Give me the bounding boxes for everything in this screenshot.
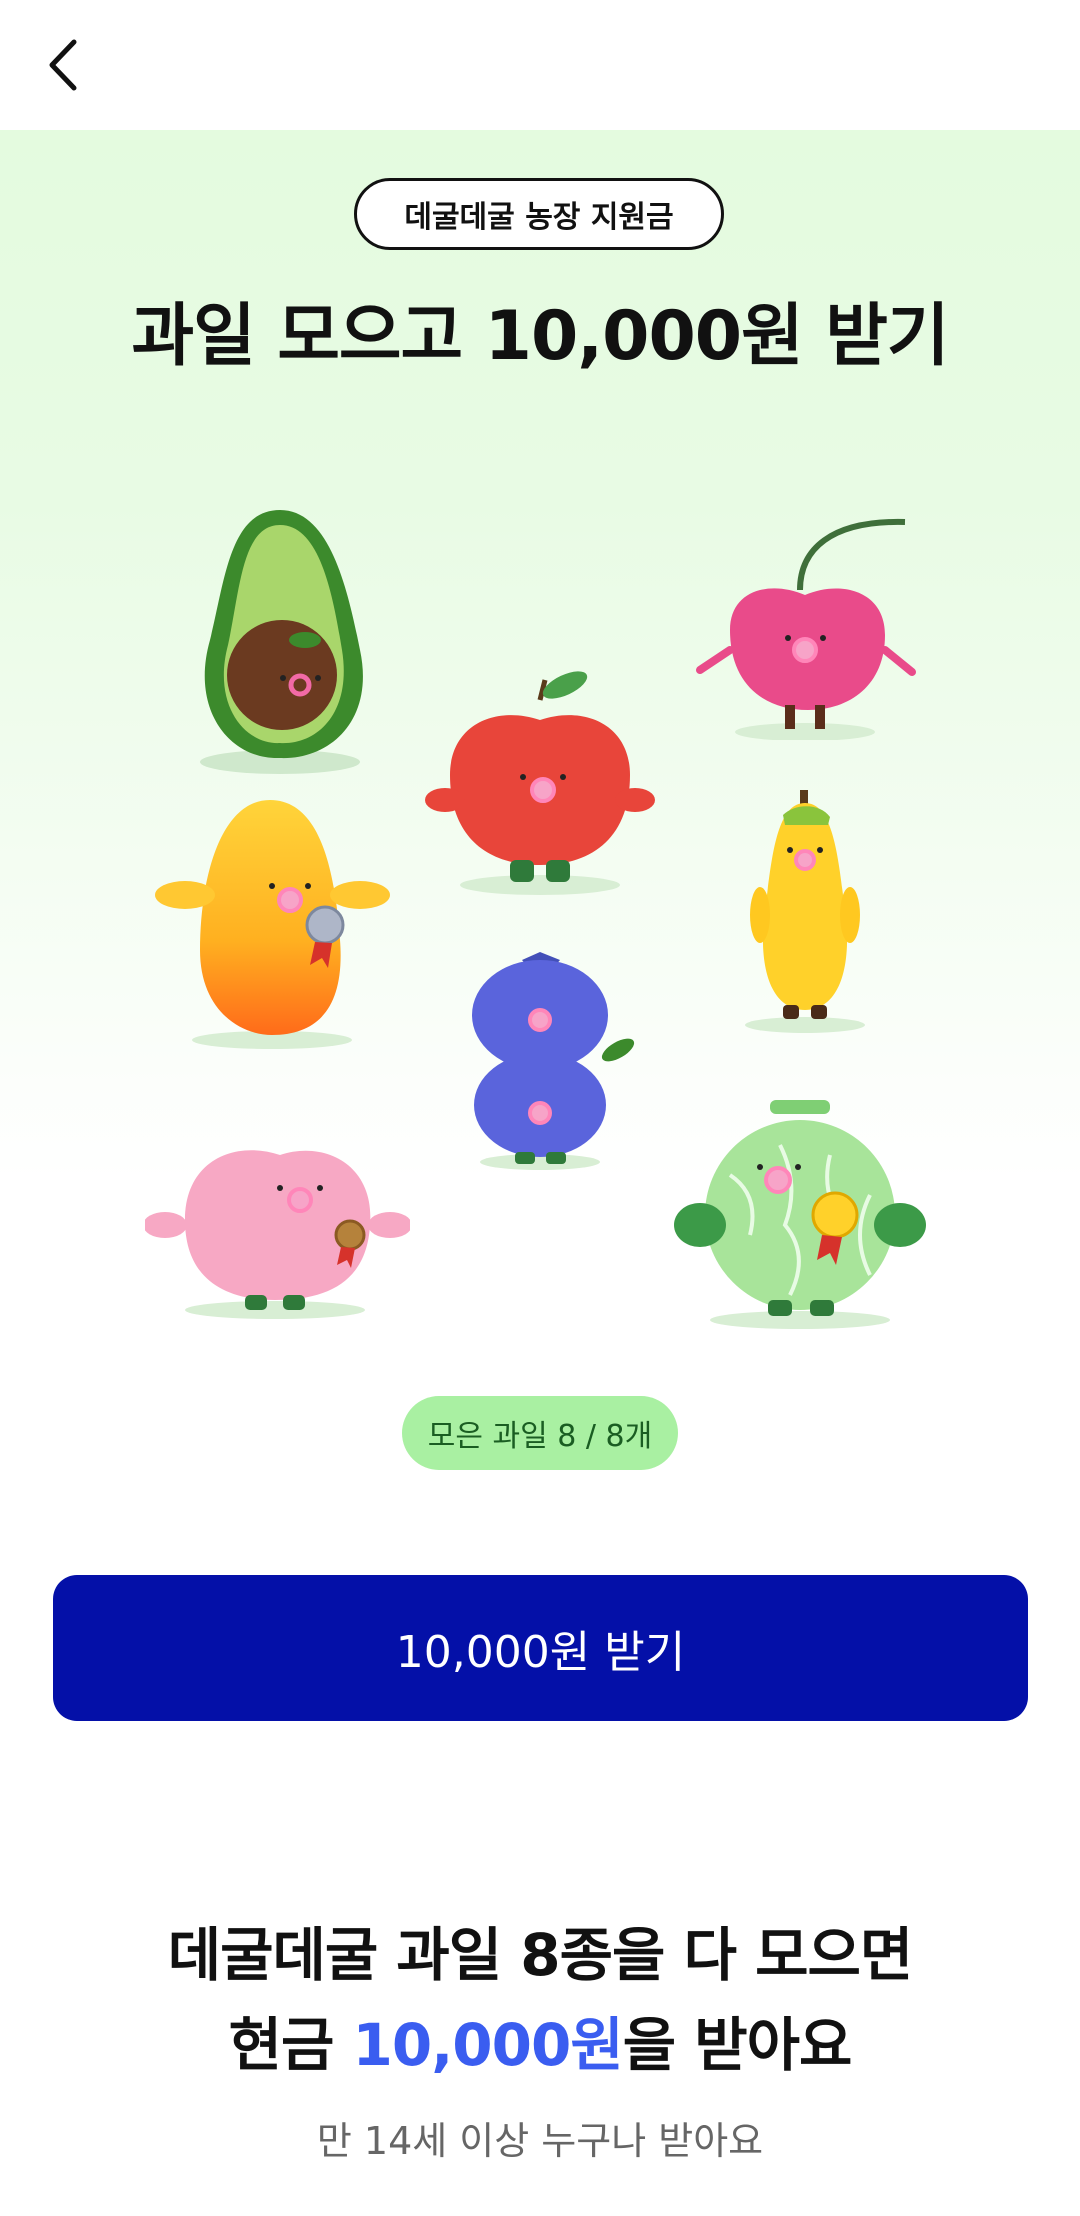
melon-character — [674, 1100, 926, 1329]
description-line-1: 데굴데굴 과일 8종을 다 모으면 — [167, 1921, 913, 1989]
collected-count-badge: 모은 과일 8 / 8개 — [402, 1396, 678, 1470]
chevron-left-icon — [49, 39, 77, 91]
page-title: 과일 모으고 10,000원 받기 — [131, 297, 950, 376]
top-bar — [0, 0, 1080, 130]
cherry-character — [696, 518, 916, 740]
blueberry-character — [472, 952, 635, 1170]
apple-character — [425, 671, 655, 895]
description-line-2: 현금 10,000원을 받아요 — [0, 2000, 1080, 2090]
avocado-character — [200, 510, 363, 774]
peach-character — [145, 1150, 410, 1319]
mango-character — [155, 800, 390, 1049]
program-badge: 데굴데굴 농장 지원금 — [354, 178, 724, 250]
back-button[interactable] — [36, 30, 106, 100]
description-suffix: 을 받아요 — [622, 2011, 853, 2079]
pear-character — [745, 790, 865, 1033]
description-prefix: 현금 — [228, 2011, 353, 2079]
reward-amount: 10,000원 — [352, 2011, 624, 2079]
reward-description: 데굴데굴 과일 8종을 다 모으면 현금 10,000원을 받아요 — [0, 1910, 1080, 2090]
claim-reward-button[interactable]: 10,000원 받기 — [53, 1575, 1028, 1721]
eligibility-note: 만 14세 이상 누구나 받아요 — [316, 2119, 764, 2163]
fruit-collection — [0, 470, 1080, 1330]
